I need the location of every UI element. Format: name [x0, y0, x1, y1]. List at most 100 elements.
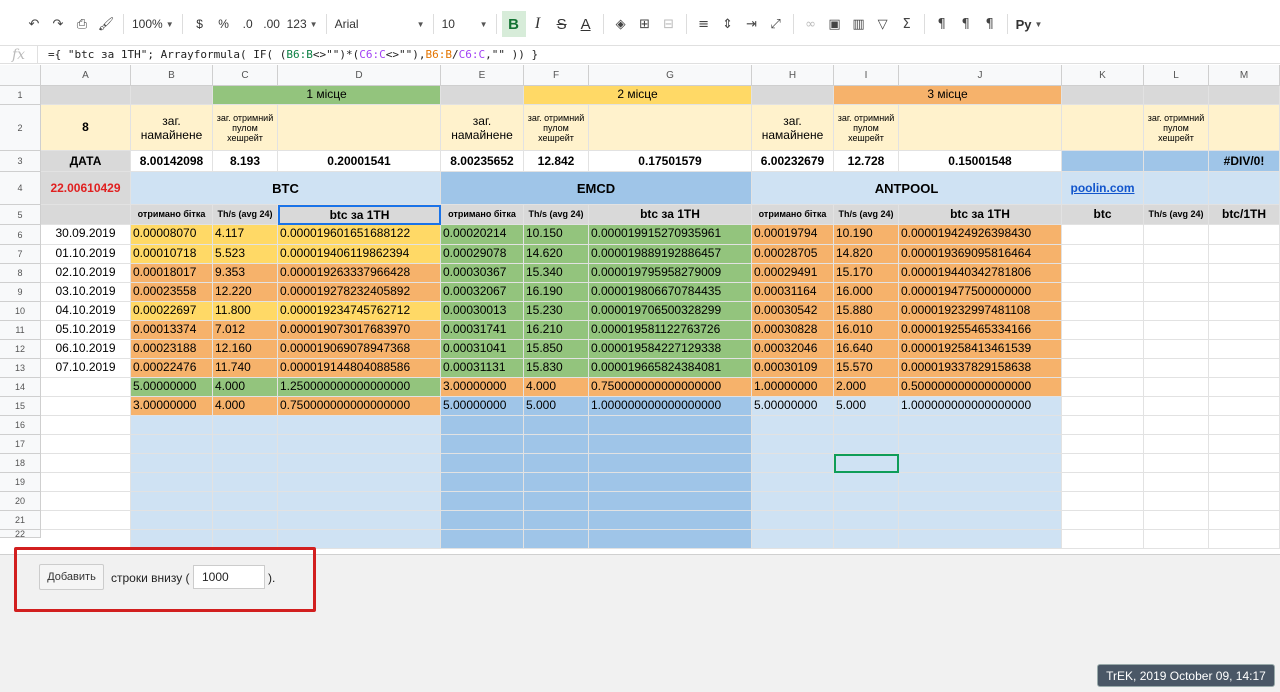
cell-d2[interactable]: [278, 105, 441, 151]
cell-g18[interactable]: [589, 454, 752, 473]
cell-b13[interactable]: 0.00022476: [131, 359, 213, 378]
cell-k22[interactable]: [1062, 530, 1144, 549]
cell-h2[interactable]: заг. намайнене: [752, 105, 834, 151]
strikethrough-button[interactable]: S: [550, 11, 574, 37]
cell-m10[interactable]: [1209, 302, 1280, 321]
cell-a19[interactable]: [41, 473, 131, 492]
cell-a16[interactable]: [41, 416, 131, 435]
cell-b2[interactable]: заг. намайнене: [131, 105, 213, 151]
cell-f8[interactable]: 15.340: [524, 264, 589, 283]
cell-h7[interactable]: 0.00028705: [752, 245, 834, 264]
cell-c19[interactable]: [213, 473, 278, 492]
cell-d5[interactable]: btc за 1TH: [278, 205, 441, 225]
cell-l12[interactable]: [1144, 340, 1209, 359]
cell-c18[interactable]: [213, 454, 278, 473]
cell-c12[interactable]: 12.160: [213, 340, 278, 359]
borders-icon[interactable]: ⊞: [633, 11, 657, 37]
zoom-select[interactable]: 100% ▼: [129, 11, 177, 37]
row-header-22[interactable]: 22: [0, 529, 41, 539]
cell-m6[interactable]: [1209, 225, 1280, 245]
cell-d8[interactable]: 0.000019263337966428: [278, 264, 441, 283]
cell-d9[interactable]: 0.000019278232405892: [278, 283, 441, 302]
row-header-15[interactable]: 15: [0, 397, 41, 416]
cell-k12[interactable]: [1062, 340, 1144, 359]
cell-f21[interactable]: [524, 511, 589, 530]
cell-m1[interactable]: [1209, 86, 1280, 105]
cell-l15[interactable]: [1144, 397, 1209, 416]
cell-i8[interactable]: 15.170: [834, 264, 899, 283]
row-header-9[interactable]: 9: [0, 283, 41, 302]
cell-e5[interactable]: отримано бітка: [441, 205, 524, 225]
cell-h10[interactable]: 0.00030542: [752, 302, 834, 321]
cell-e12[interactable]: 0.00031041: [441, 340, 524, 359]
cell-h17[interactable]: [752, 435, 834, 454]
cell-m20[interactable]: [1209, 492, 1280, 511]
vertical-align-icon[interactable]: ⇕: [716, 11, 740, 37]
cell-g7[interactable]: 0.000019889192886457: [589, 245, 752, 264]
fill-color-icon[interactable]: ◈: [609, 11, 633, 37]
cell-c8[interactable]: 9.353: [213, 264, 278, 283]
cell-c7[interactable]: 5.523: [213, 245, 278, 264]
cell-b7[interactable]: 0.00010718: [131, 245, 213, 264]
column-header-d[interactable]: D: [278, 65, 441, 86]
cell-h18[interactable]: [752, 454, 834, 473]
cell-f6[interactable]: 10.150: [524, 225, 589, 245]
cell-j10[interactable]: 0.000019232997481108: [899, 302, 1062, 321]
cell-a10[interactable]: 04.10.2019: [41, 302, 131, 321]
cell-m16[interactable]: [1209, 416, 1280, 435]
cell-g19[interactable]: [589, 473, 752, 492]
cell-g15[interactable]: 1.000000000000000000: [589, 397, 752, 416]
cell-d11[interactable]: 0.000019073017683970: [278, 321, 441, 340]
cell-g3[interactable]: 0.17501579: [589, 151, 752, 172]
cell-m2[interactable]: [1209, 105, 1280, 151]
cell-e19[interactable]: [441, 473, 524, 492]
cell-k6[interactable]: [1062, 225, 1144, 245]
cell-j14[interactable]: 0.500000000000000000: [899, 378, 1062, 397]
cell-e20[interactable]: [441, 492, 524, 511]
cell-a2[interactable]: 8: [41, 105, 131, 151]
cell-btc-header[interactable]: BTC: [131, 172, 441, 205]
cell-l21[interactable]: [1144, 511, 1209, 530]
cell-e15[interactable]: 5.00000000: [441, 397, 524, 416]
cell-g16[interactable]: [589, 416, 752, 435]
cell-j17[interactable]: [899, 435, 1062, 454]
column-header-c[interactable]: C: [213, 65, 278, 86]
cell-f2[interactable]: заг. отримний пулом хешрейт: [524, 105, 589, 151]
cell-d3[interactable]: 0.20001541: [278, 151, 441, 172]
cell-l11[interactable]: [1144, 321, 1209, 340]
row-header-13[interactable]: 13: [0, 359, 41, 378]
cell-e18[interactable]: [441, 454, 524, 473]
cell-e10[interactable]: 0.00030013: [441, 302, 524, 321]
column-header-j[interactable]: J: [899, 65, 1062, 86]
cell-d1[interactable]: 1 місце: [213, 86, 441, 105]
cell-d12[interactable]: 0.000019069078947368: [278, 340, 441, 359]
cell-m13[interactable]: [1209, 359, 1280, 378]
column-header-m[interactable]: M: [1209, 65, 1280, 86]
cell-a11[interactable]: 05.10.2019: [41, 321, 131, 340]
cell-d17[interactable]: [278, 435, 441, 454]
cell-b15[interactable]: 3.00000000: [131, 397, 213, 416]
cell-i7[interactable]: 14.820: [834, 245, 899, 264]
column-header-a[interactable]: A: [41, 65, 131, 86]
cell-g10[interactable]: 0.000019706500328299: [589, 302, 752, 321]
cell-j1[interactable]: 3 місце: [834, 86, 1062, 105]
cell-d20[interactable]: [278, 492, 441, 511]
cell-m12[interactable]: [1209, 340, 1280, 359]
cell-d15[interactable]: 0.750000000000000000: [278, 397, 441, 416]
cell-l17[interactable]: [1144, 435, 1209, 454]
cell-h6[interactable]: 0.00019794: [752, 225, 834, 245]
cell-b18[interactable]: [131, 454, 213, 473]
cell-k19[interactable]: [1062, 473, 1144, 492]
cell-c5[interactable]: Th/s (avg 24): [213, 205, 278, 225]
cell-c20[interactable]: [213, 492, 278, 511]
cell-i22[interactable]: [834, 530, 899, 549]
cell-j5[interactable]: btc за 1TH: [899, 205, 1062, 225]
cell-m11[interactable]: [1209, 321, 1280, 340]
cell-c9[interactable]: 12.220: [213, 283, 278, 302]
column-header-e[interactable]: E: [441, 65, 524, 86]
row-header-11[interactable]: 11: [0, 321, 41, 340]
cell-i13[interactable]: 15.570: [834, 359, 899, 378]
column-header-h[interactable]: H: [752, 65, 834, 86]
column-header-b[interactable]: B: [131, 65, 213, 86]
cell-g21[interactable]: [589, 511, 752, 530]
